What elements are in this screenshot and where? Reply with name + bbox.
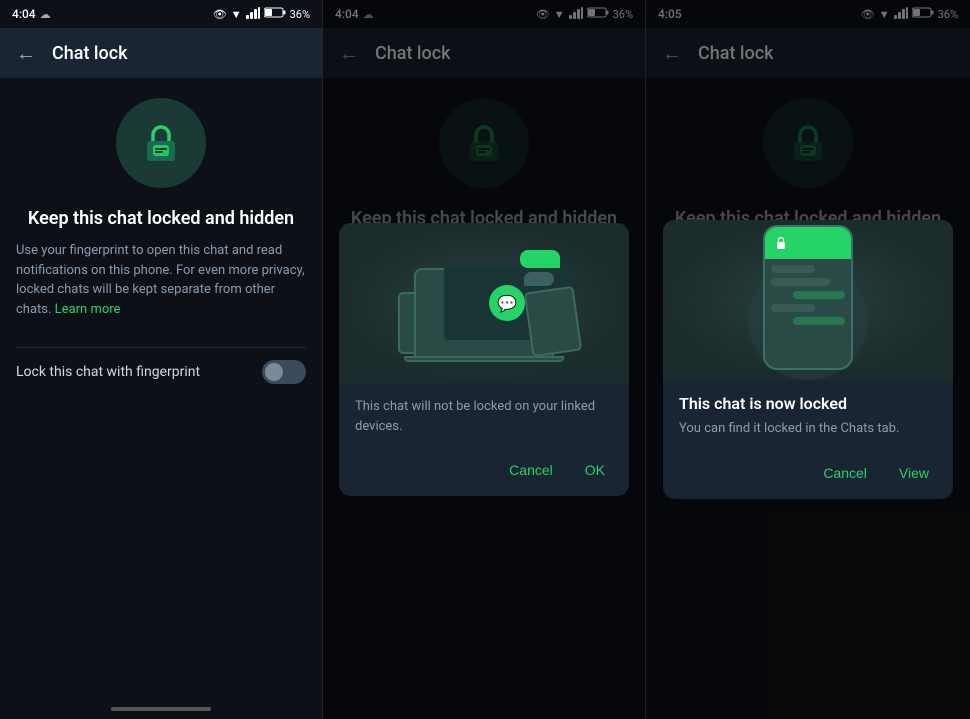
main-desc-1: Use your fingerprint to open this chat a… <box>16 241 306 319</box>
laptop-illustration: 💬 <box>394 238 574 368</box>
chat-bubble-icon-1 <box>520 250 560 268</box>
locked-dialog: This chat is now locked You can find it … <box>663 220 953 499</box>
chat-line-2 <box>771 278 830 286</box>
main-title-1: Keep this chat locked and hidden <box>28 208 294 229</box>
battery-icon-1 <box>264 7 286 21</box>
tablet-small-icon <box>524 286 583 357</box>
lock-icon-circle-1 <box>116 98 206 188</box>
back-button-1[interactable]: ← <box>16 41 36 66</box>
dialog-overlay-3: This chat is now locked You can find it … <box>646 0 970 719</box>
time-1: 4:04 <box>12 7 36 21</box>
laptop-base-icon <box>404 356 564 362</box>
toggle-row-1: Lock this chat with fingerprint <box>16 347 306 396</box>
dialog-text-2: This chat will not be locked on your lin… <box>355 397 613 436</box>
bottom-indicator-1 <box>0 699 322 719</box>
dialog-image-3 <box>663 220 953 380</box>
dialog-illustration-3 <box>663 220 953 380</box>
chat-line-3 <box>793 291 845 299</box>
cloud-icon-1: ☁ <box>40 8 51 21</box>
status-bar-1: 4:04 ☁ 👁 ▼ 36% <box>0 0 322 28</box>
chat-line-1 <box>771 265 815 273</box>
screen-2: 4:04 ☁ 👁 ▼ 36% ← Chat lock <box>323 0 646 719</box>
dialog-actions-3: Cancel View <box>663 453 953 499</box>
linked-devices-dialog: 💬 This chat will not be locked on your l… <box>339 223 629 496</box>
chat-line-5 <box>793 317 845 325</box>
phone-top-bar-icon <box>765 227 851 259</box>
app-bar-1: ← Chat lock <box>0 28 322 78</box>
wifi-icon-1: ▼ <box>231 8 242 21</box>
eye-icon-1: 👁 <box>213 8 227 21</box>
dialog-title-3: This chat is now locked <box>679 394 937 413</box>
learn-more-link-1[interactable]: Learn more <box>55 302 121 317</box>
battery-pct-1: 36% <box>290 8 310 21</box>
dialog-body-3: This chat is now locked You can find it … <box>663 380 953 453</box>
app-bar-title-1: Chat lock <box>52 43 128 64</box>
screen-content-1: Keep this chat locked and hidden Use you… <box>0 78 322 699</box>
cancel-button-2[interactable]: Cancel <box>501 458 561 482</box>
view-button-3[interactable]: View <box>891 461 937 485</box>
status-right-1: 👁 ▼ 36% <box>213 7 310 22</box>
dialog-body-2: This chat will not be locked on your lin… <box>339 383 629 450</box>
chat-bubble-icon-2 <box>524 272 554 286</box>
nav-pill-1 <box>111 707 211 711</box>
dialog-text-3: You can find it locked in the Chats tab. <box>679 419 937 439</box>
toggle-label-1: Lock this chat with fingerprint <box>16 364 200 380</box>
fingerprint-toggle-1[interactable] <box>262 360 306 384</box>
ok-button-2[interactable]: OK <box>577 458 613 482</box>
screen-1: 4:04 ☁ 👁 ▼ 36% ← Chat lock <box>0 0 323 719</box>
status-left-1: 4:04 ☁ <box>12 7 51 21</box>
dialog-overlay-2: 💬 This chat will not be locked on your l… <box>323 0 645 719</box>
phone-illustration <box>748 225 868 375</box>
dialog-illustration-2: 💬 <box>339 223 629 383</box>
dialog-actions-2: Cancel OK <box>339 450 629 496</box>
signal-icon-1 <box>246 7 260 22</box>
cancel-button-3[interactable]: Cancel <box>815 461 875 485</box>
whatsapp-logo-icon: 💬 <box>489 285 525 321</box>
phone-chat-area <box>765 259 851 331</box>
screen-3: 4:05 👁 ▼ 36% ← Chat lock <box>646 0 970 719</box>
chat-line-4 <box>771 304 815 312</box>
dialog-image-2: 💬 <box>339 223 629 383</box>
phone-body-icon <box>763 225 853 370</box>
lock-icon-1 <box>137 119 185 167</box>
